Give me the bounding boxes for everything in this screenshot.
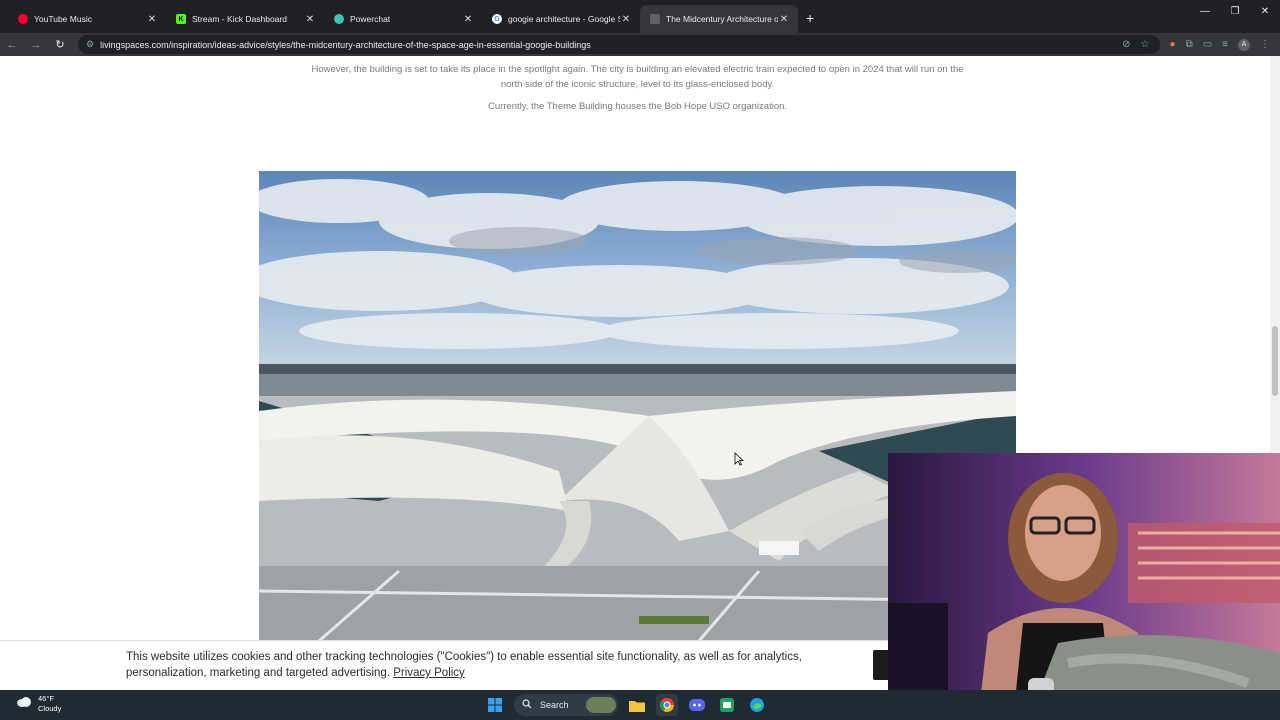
sidebar-icon[interactable]: ▭ [1203, 39, 1212, 51]
google-icon: G [492, 14, 502, 24]
url-text: livingspaces.com/inspiration/ideas-advic… [100, 39, 591, 50]
site-info-icon[interactable]: ⚙ [86, 39, 94, 50]
tab-powerchat[interactable]: Powerchat ✕ [324, 5, 482, 33]
powerchat-icon [334, 14, 344, 24]
tab-title: The Midcentury Architecture of [666, 14, 778, 24]
tab-kick-dashboard[interactable]: K Stream - Kick Dashboard ✕ [166, 5, 324, 33]
windows-start-icon[interactable] [484, 694, 506, 716]
cloudy-icon [16, 695, 32, 713]
close-icon[interactable]: ✕ [620, 14, 632, 25]
new-tab-icon[interactable]: + [806, 5, 814, 33]
discord-icon[interactable] [686, 694, 708, 716]
tracking-blocked-icon[interactable]: ⊘ [1122, 39, 1130, 50]
tab-youtube-music[interactable]: YouTube Music ✕ [8, 5, 166, 33]
close-icon[interactable]: ✕ [304, 14, 316, 25]
file-explorer-icon[interactable] [626, 694, 648, 716]
bookmark-star-icon[interactable]: ☆ [1141, 39, 1150, 50]
taskbar-search[interactable]: Search [514, 694, 618, 716]
minimize-icon[interactable]: — [1190, 6, 1220, 17]
window-controls: — ❐ ✕ [1190, 6, 1280, 17]
tab-google-search[interactable]: G googie architecture - Google S ✕ [482, 5, 640, 33]
address-bar-row: ← → ↻ ⚙ livingspaces.com/inspiration/ide… [0, 33, 1280, 56]
url-field[interactable]: ⚙ livingspaces.com/inspiration/ideas-adv… [78, 35, 1160, 54]
weather-widget[interactable]: 46°F Cloudy [16, 694, 61, 714]
tab-bar: YouTube Music ✕ K Stream - Kick Dashboar… [0, 0, 1280, 33]
close-window-icon[interactable]: ✕ [1250, 6, 1280, 17]
privacy-policy-link[interactable]: Privacy Policy [393, 667, 465, 679]
tab-title: YouTube Music [34, 14, 92, 24]
close-icon[interactable]: ✕ [778, 14, 790, 25]
extensions-puzzle-icon[interactable]: ⧉ [1186, 39, 1193, 51]
page-icon [650, 14, 660, 24]
tab-title: Powerchat [350, 14, 391, 24]
edge-icon[interactable] [746, 694, 768, 716]
youtube-music-icon [18, 14, 28, 24]
app-green-icon[interactable] [716, 694, 738, 716]
weather-temperature: 46°F [38, 694, 54, 703]
mouse-cursor-icon [734, 452, 745, 471]
profile-avatar[interactable]: A [1238, 38, 1250, 51]
search-label: Search [540, 700, 569, 710]
webcam-overlay [888, 453, 1280, 720]
paragraph-line: north side of the iconic structure, leve… [500, 79, 775, 90]
reload-icon[interactable]: ↻ [48, 38, 72, 51]
cookie-text: This website utilizes cookies and other … [126, 649, 826, 681]
tab-title: googie architecture - Google S [508, 14, 620, 24]
cookie-text-line: This website utilizes cookies and other … [126, 651, 802, 663]
weather-condition: Cloudy [38, 704, 62, 713]
article-paragraph: Currently, the Theme Building houses the… [487, 101, 788, 112]
kick-icon: K [176, 14, 186, 24]
extension-icon[interactable]: ● [1170, 39, 1176, 51]
paragraph-line: However, the building is set to take its… [311, 64, 964, 75]
taskbar: 46°F Cloudy Search [0, 690, 1280, 720]
chrome-icon[interactable] [656, 694, 678, 716]
back-icon[interactable]: ← [0, 39, 24, 51]
search-highlight-icon [586, 697, 616, 713]
restore-icon[interactable]: ❐ [1220, 6, 1250, 17]
cookie-text-line: personalization, marketing and targeted … [126, 667, 391, 679]
search-icon [522, 699, 532, 711]
menu-icon[interactable]: ⋮ [1260, 39, 1270, 51]
tab-title: Stream - Kick Dashboard [192, 14, 287, 24]
media-icon[interactable]: ≡ [1222, 39, 1228, 51]
close-icon[interactable]: ✕ [462, 14, 474, 25]
close-icon[interactable]: ✕ [146, 14, 158, 25]
scrollbar-thumb[interactable] [1272, 326, 1278, 396]
forward-icon[interactable]: → [24, 39, 48, 51]
tab-midcentury-architecture[interactable]: The Midcentury Architecture of ✕ [640, 5, 798, 33]
article-paragraph: However, the building is set to take its… [300, 62, 975, 92]
